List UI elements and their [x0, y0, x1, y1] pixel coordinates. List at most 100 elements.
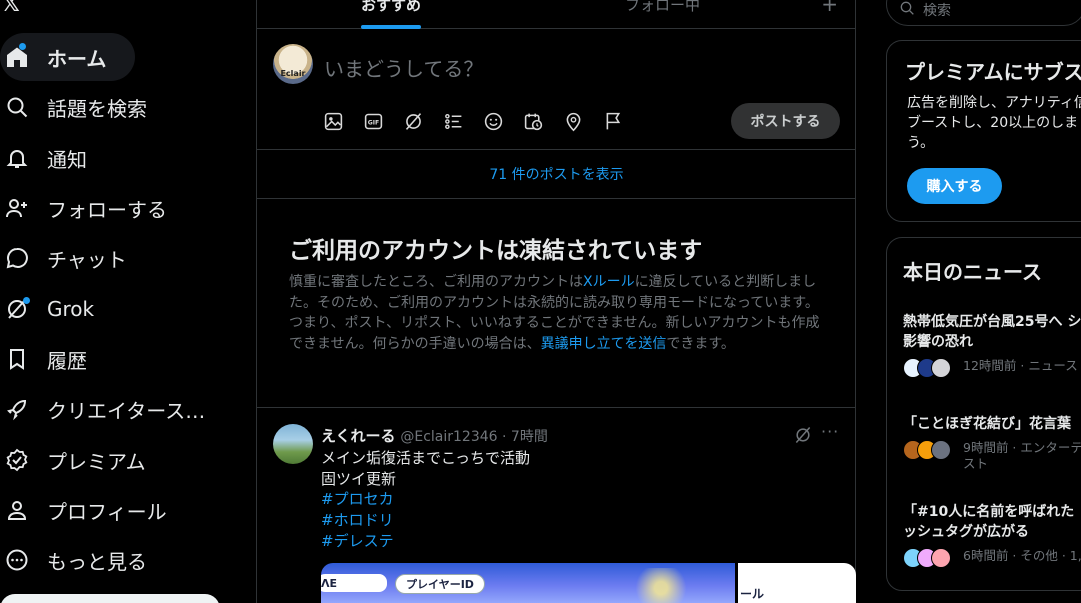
news-headline: 「#10人に名前を呼ばれた	[903, 504, 1075, 520]
bell-icon	[4, 145, 30, 171]
avatar	[931, 440, 951, 460]
poll-icon[interactable]	[441, 109, 466, 134]
suspended-title: ご利用のアカウントは凍結されています	[289, 238, 703, 264]
nav-label-grok: Grok	[47, 297, 95, 321]
schedule-icon[interactable]	[521, 109, 546, 134]
nav-label-premium: プレミアム	[47, 449, 146, 474]
nav-label-creator-studio: クリエイタース…	[47, 398, 206, 423]
news-item[interactable]: 「#10人に名前を呼ばれた ッシュタグが広がる 6時間前 · その他 · 1,3	[903, 502, 1081, 568]
image-chip-player-id: プレイヤーID	[395, 574, 485, 594]
news-item[interactable]: 熱帯低気圧が台風25号へ シ 影響の恐れ 12時間前 · ニュース ·	[903, 312, 1081, 378]
avatar[interactable]: Eclair	[273, 44, 313, 84]
tweet-line: 固ツイ更新	[321, 469, 397, 488]
news-meta-line: スト	[963, 456, 989, 471]
nav-item-premium[interactable]: プレミアム	[0, 436, 146, 484]
tweet-image[interactable]: ール	[738, 563, 856, 603]
app-root: 𝕏 ホーム 話題を検索 通知 フォローする チャット Grok 履歴 クリエイタ…	[0, 0, 1081, 603]
nav-label-follow: フォローする	[47, 197, 167, 222]
x-logo-icon[interactable]: 𝕏	[2, 0, 20, 17]
show-new-posts-link[interactable]: 71 件のポストを表示	[257, 150, 856, 199]
tweet-separator: ·	[497, 429, 511, 445]
compose-input[interactable]: いまどうしてる？	[324, 53, 483, 82]
premium-body: 広告を削除し、アナリティ信をブーストし、20以上のしましょう。	[907, 95, 1081, 151]
sidebar-post-button[interactable]	[0, 594, 220, 603]
nav-item-notifications[interactable]: 通知	[0, 134, 87, 182]
tweet-avatar[interactable]	[273, 424, 313, 464]
nav-label-explore: 話題を検索	[47, 96, 147, 121]
hashtag-link[interactable]: #プロセカ	[321, 489, 530, 510]
home-icon	[4, 43, 30, 70]
nav-item-explore[interactable]: 話題を検索	[0, 83, 147, 131]
location-icon[interactable]	[561, 109, 586, 134]
gif-icon[interactable]: GIF	[361, 109, 386, 134]
emoji-icon[interactable]	[481, 109, 506, 134]
right-sidebar: 検索 プレミアムにサブス 広告を削除し、アナリティ信をブーストし、20以上のしま…	[886, 0, 1081, 603]
nav-item-more[interactable]: もっと見る	[0, 536, 147, 584]
rocket-icon	[4, 396, 30, 422]
news-meta-line: 9時間前 · エンターテ	[963, 440, 1081, 455]
appeal-link[interactable]: 異議申し立てを送信	[541, 336, 667, 352]
news-card: 本日のニュース 熱帯低気圧が台風25号へ シ 影響の恐れ 12時間前 · ニュー…	[886, 237, 1081, 591]
image-icon[interactable]	[321, 109, 346, 134]
news-meta-text: 6時間前 · その他 · 1,3	[963, 548, 1081, 563]
news-meta-text: 9時間前 · エンターテ スト	[963, 440, 1081, 472]
nav-label-notifications: 通知	[47, 147, 87, 172]
nav-item-chat[interactable]: チャット	[0, 234, 127, 282]
news-meta: 12時間前 · ニュース ·	[903, 358, 1081, 378]
nav-label-profile: プロフィール	[47, 499, 167, 524]
main-timeline: おすすめ フォロー中 + Eclair いまどうしてる？ GIF ポストする 7…	[256, 0, 856, 603]
suspended-text-3: できます。	[666, 335, 735, 352]
search-input[interactable]: 検索	[923, 0, 951, 20]
tweet-time[interactable]: 7時間	[511, 429, 548, 445]
nav-item-creator-studio[interactable]: クリエイタース…	[0, 385, 205, 433]
buy-premium-button[interactable]: 購入する	[907, 168, 1002, 204]
premium-title: プレミアムにサブス	[905, 60, 1081, 84]
nav-item-follow[interactable]: フォローする	[0, 184, 167, 232]
x-rules-link[interactable]: Xルール	[583, 274, 635, 290]
nav-item-bookmarks[interactable]: 履歴	[0, 335, 87, 383]
search-icon	[899, 0, 915, 20]
more-circle-icon	[4, 547, 30, 573]
account-suspended-notice: ご利用のアカウントは凍結されています 慎重に審査したところ、ご利用のアカウントは…	[257, 199, 856, 408]
image-chip: ΛE	[321, 574, 387, 592]
image-sparkle	[601, 568, 721, 603]
avatar-stack	[903, 440, 951, 460]
hashtag-link[interactable]: #ホロドリ	[321, 510, 530, 531]
more-options-icon[interactable]: ···	[821, 422, 839, 441]
news-item[interactable]: 「ことほぎ花結び」花言葉 9時間前 · エンターテ スト	[903, 414, 1081, 472]
post-composer: Eclair いまどうしてる？ GIF ポストする	[257, 29, 856, 150]
grok-icon[interactable]	[793, 425, 813, 445]
news-title: 本日のニュース	[903, 260, 1042, 284]
news-headline: ッシュタグが広がる	[903, 524, 1029, 540]
tweet-image[interactable]: ΛE プレイヤーID	[321, 563, 735, 603]
news-meta: 9時間前 · エンターテ スト	[903, 440, 1081, 472]
follow-icon	[4, 195, 30, 221]
tab-following[interactable]: フォロー中	[625, 0, 700, 15]
news-headline: 「ことほぎ花結び」花言葉	[903, 416, 1071, 432]
news-headline: 熱帯低気圧が台風25号へ シ	[903, 314, 1081, 330]
tab-for-you[interactable]: おすすめ	[361, 0, 421, 15]
avatar	[931, 358, 951, 378]
post-submit-button[interactable]: ポストする	[731, 103, 840, 139]
timeline-tabs: おすすめ フォロー中 +	[257, 0, 856, 29]
news-meta: 6時間前 · その他 · 1,3	[903, 548, 1081, 568]
hashtag-link[interactable]: #デレステ	[321, 531, 530, 552]
nav-item-grok[interactable]: Grok	[0, 285, 94, 333]
nav-item-profile[interactable]: プロフィール	[0, 486, 167, 534]
flag-icon[interactable]	[601, 109, 626, 134]
tweet-header: えくれーる @Eclair12346 · 7時間	[321, 425, 548, 446]
avatar	[931, 548, 951, 568]
add-tab-icon[interactable]: +	[821, 0, 838, 16]
search-box[interactable]: 検索	[886, 0, 1081, 26]
premium-card: プレミアムにサブス 広告を削除し、アナリティ信をブーストし、20以上のしましょう…	[886, 40, 1081, 222]
grok-icon[interactable]	[401, 109, 426, 134]
tweet-handle[interactable]: @Eclair12346	[400, 429, 497, 445]
verified-icon	[4, 447, 30, 473]
avatar-stack	[903, 358, 951, 378]
nav-item-home[interactable]: ホーム	[0, 33, 135, 81]
tweet-author-name[interactable]: えくれーる	[321, 427, 396, 445]
notification-dot	[23, 297, 30, 304]
tweet[interactable]: えくれーる @Eclair12346 · 7時間 ··· メイン垢復活までこっち…	[257, 408, 856, 603]
suspended-message: 慎重に審査したところ、ご利用のアカウントはXルールに違反していると判断しました。…	[289, 272, 829, 354]
avatar-stack	[903, 548, 951, 568]
